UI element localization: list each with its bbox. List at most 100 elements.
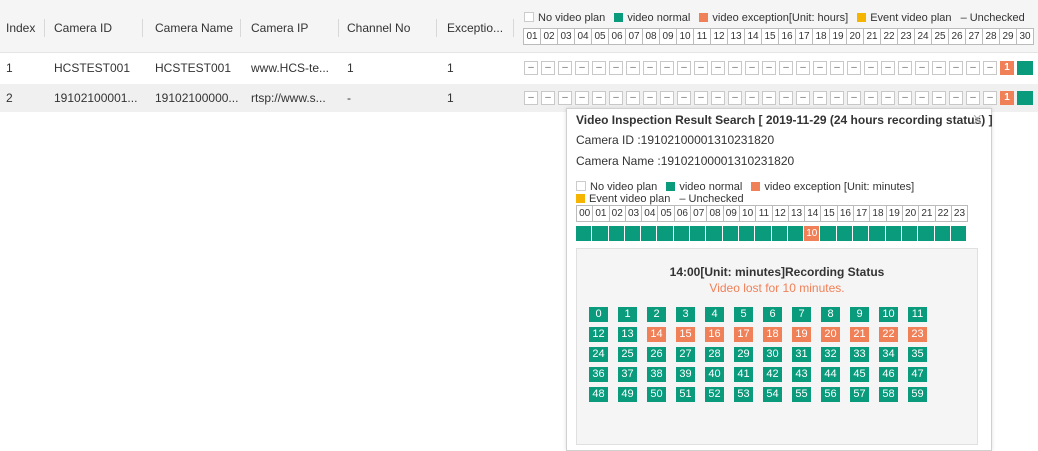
day-cell[interactable]: – <box>830 61 844 75</box>
day-cell[interactable]: – <box>541 61 555 75</box>
minute-cell[interactable]: 56 <box>821 387 840 402</box>
minute-cell[interactable]: 28 <box>705 347 724 362</box>
day-cell[interactable]: – <box>524 61 538 75</box>
day-cell[interactable]: – <box>932 91 946 105</box>
hour-cell[interactable] <box>690 226 706 241</box>
day-cell[interactable]: – <box>626 61 640 75</box>
column-divider[interactable] <box>44 19 45 37</box>
minute-cell[interactable]: 42 <box>763 367 782 382</box>
minute-cell-exception[interactable]: 19 <box>792 327 811 342</box>
minute-cell[interactable]: 41 <box>734 367 753 382</box>
minute-cell[interactable]: 33 <box>850 347 869 362</box>
day-cell[interactable]: – <box>847 91 861 105</box>
header-camera-name[interactable]: Camera Name <box>155 18 235 38</box>
hour-cell[interactable] <box>738 226 755 241</box>
minute-cell[interactable]: 5 <box>734 307 753 322</box>
day-cell[interactable]: – <box>898 61 912 75</box>
day-cell[interactable]: – <box>575 91 589 105</box>
minute-cell[interactable]: 39 <box>676 367 695 382</box>
minute-cell[interactable]: 24 <box>589 347 608 362</box>
minute-cell[interactable]: 45 <box>850 367 869 382</box>
hour-cell[interactable] <box>624 226 641 241</box>
hour-cell[interactable] <box>608 226 624 241</box>
day-cell-normal[interactable] <box>1017 61 1033 75</box>
hour-cell[interactable] <box>576 226 592 241</box>
minute-cell[interactable]: 49 <box>618 387 637 402</box>
minute-cell[interactable]: 4 <box>705 307 724 322</box>
hour-cell[interactable] <box>657 226 673 241</box>
day-cell[interactable]: – <box>864 91 878 105</box>
minute-cell[interactable]: 6 <box>763 307 782 322</box>
hour-cell-exception[interactable]: 10 <box>804 226 820 241</box>
day-cell[interactable]: – <box>949 61 963 75</box>
day-cell[interactable]: – <box>694 61 708 75</box>
header-index[interactable]: Index <box>6 18 42 38</box>
hour-cell[interactable] <box>641 226 657 241</box>
day-cell[interactable]: – <box>966 91 980 105</box>
day-cell[interactable]: – <box>728 61 742 75</box>
minute-cell[interactable]: 59 <box>908 387 927 402</box>
minute-cell-exception[interactable]: 22 <box>879 327 898 342</box>
minute-cell[interactable]: 58 <box>879 387 898 402</box>
column-divider[interactable] <box>338 19 339 37</box>
day-cell[interactable]: – <box>643 91 657 105</box>
day-cell[interactable]: – <box>558 61 572 75</box>
minute-cell[interactable]: 29 <box>734 347 753 362</box>
minute-cell-exception[interactable]: 20 <box>821 327 840 342</box>
hour-cell[interactable] <box>853 226 869 241</box>
minute-cell[interactable]: 47 <box>908 367 927 382</box>
day-cell[interactable]: – <box>983 91 997 105</box>
minute-cell[interactable]: 44 <box>821 367 840 382</box>
day-cell[interactable]: – <box>524 91 538 105</box>
day-cell[interactable]: – <box>983 61 997 75</box>
day-cell[interactable]: – <box>813 61 827 75</box>
hour-cell[interactable] <box>918 226 934 241</box>
minute-cell-exception[interactable]: 16 <box>705 327 724 342</box>
minute-cell[interactable]: 37 <box>618 367 637 382</box>
header-channel-no[interactable]: Channel No <box>347 18 427 38</box>
minute-cell[interactable]: 26 <box>647 347 666 362</box>
column-divider[interactable] <box>240 19 241 37</box>
close-icon[interactable]: X <box>973 112 982 127</box>
minute-cell[interactable]: 2 <box>647 307 666 322</box>
minute-cell[interactable]: 53 <box>734 387 753 402</box>
hour-cell[interactable] <box>869 226 885 241</box>
hour-cell[interactable] <box>950 226 967 241</box>
minute-cell[interactable]: 48 <box>589 387 608 402</box>
day-cell[interactable]: – <box>609 91 623 105</box>
minute-cell[interactable]: 10 <box>879 307 898 322</box>
minute-cell[interactable]: 1 <box>618 307 637 322</box>
minute-cell[interactable]: 54 <box>763 387 782 402</box>
minute-cell[interactable]: 27 <box>676 347 695 362</box>
day-cell[interactable]: – <box>609 61 623 75</box>
minute-cell[interactable]: 51 <box>676 387 695 402</box>
day-cell[interactable]: – <box>541 91 555 105</box>
minute-cell[interactable]: 52 <box>705 387 724 402</box>
header-exception[interactable]: Exceptio... <box>447 18 507 38</box>
minute-cell[interactable]: 40 <box>705 367 724 382</box>
day-cell[interactable]: – <box>558 91 572 105</box>
minute-cell[interactable]: 43 <box>792 367 811 382</box>
header-camera-ip[interactable]: Camera IP <box>251 18 331 38</box>
column-divider[interactable] <box>142 19 143 37</box>
hour-cell[interactable] <box>885 226 901 241</box>
day-cell[interactable]: – <box>966 61 980 75</box>
minute-cell[interactable]: 38 <box>647 367 666 382</box>
day-cell[interactable]: – <box>677 61 691 75</box>
minute-cell[interactable]: 55 <box>792 387 811 402</box>
minute-cell[interactable]: 34 <box>879 347 898 362</box>
day-cell-exception[interactable]: 1 <box>1000 91 1014 105</box>
day-cell[interactable]: – <box>660 61 674 75</box>
minute-cell[interactable]: 12 <box>589 327 608 342</box>
minute-cell[interactable]: 32 <box>821 347 840 362</box>
hour-cell[interactable] <box>592 226 608 241</box>
column-divider[interactable] <box>513 19 514 37</box>
day-cell[interactable]: – <box>626 91 640 105</box>
minute-cell[interactable]: 25 <box>618 347 637 362</box>
hour-cell[interactable] <box>787 226 804 241</box>
minute-cell[interactable]: 30 <box>763 347 782 362</box>
day-cell[interactable]: – <box>575 61 589 75</box>
day-cell[interactable]: – <box>677 91 691 105</box>
day-cell[interactable]: – <box>915 91 929 105</box>
day-cell-exception[interactable]: 1 <box>1000 61 1014 75</box>
